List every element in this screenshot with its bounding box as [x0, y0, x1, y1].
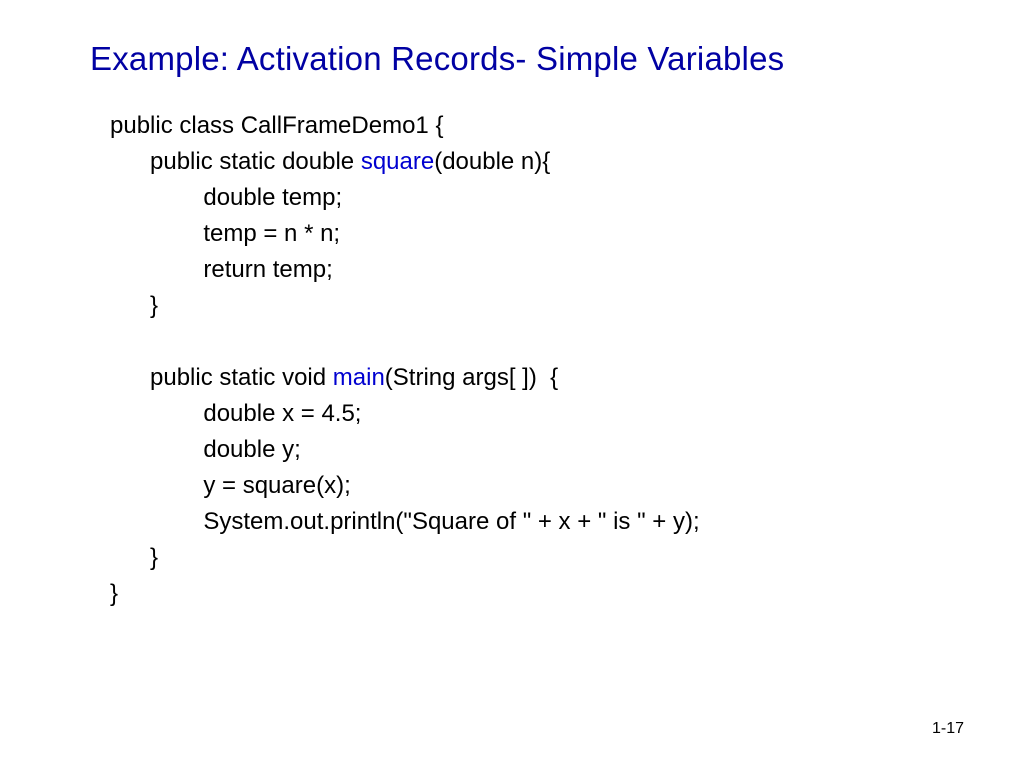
method-name: main: [333, 364, 385, 391]
code-line: public static void: [110, 364, 333, 391]
code-line: double x = 4.5;: [110, 400, 361, 427]
code-line: y = square(x);: [110, 472, 351, 499]
code-line: public class CallFrameDemo1 {: [110, 112, 443, 139]
code-line: double temp;: [110, 184, 342, 211]
code-line: return temp;: [110, 256, 333, 283]
code-line: System.out.println("Square of " + x + " …: [110, 508, 700, 535]
code-line: }: [110, 580, 118, 607]
code-line: (String args[ ]) {: [385, 364, 558, 391]
code-line: (double n){: [434, 148, 550, 175]
method-name: square: [361, 148, 434, 175]
code-block: public class CallFrameDemo1 { public sta…: [90, 108, 934, 612]
code-line: public static double: [110, 148, 361, 175]
code-line: temp = n * n;: [110, 220, 340, 247]
slide-title: Example: Activation Records- Simple Vari…: [90, 40, 934, 78]
code-line: }: [110, 544, 158, 571]
code-line: }: [110, 292, 158, 319]
page-number: 1-17: [932, 720, 964, 738]
code-line: double y;: [110, 436, 301, 463]
